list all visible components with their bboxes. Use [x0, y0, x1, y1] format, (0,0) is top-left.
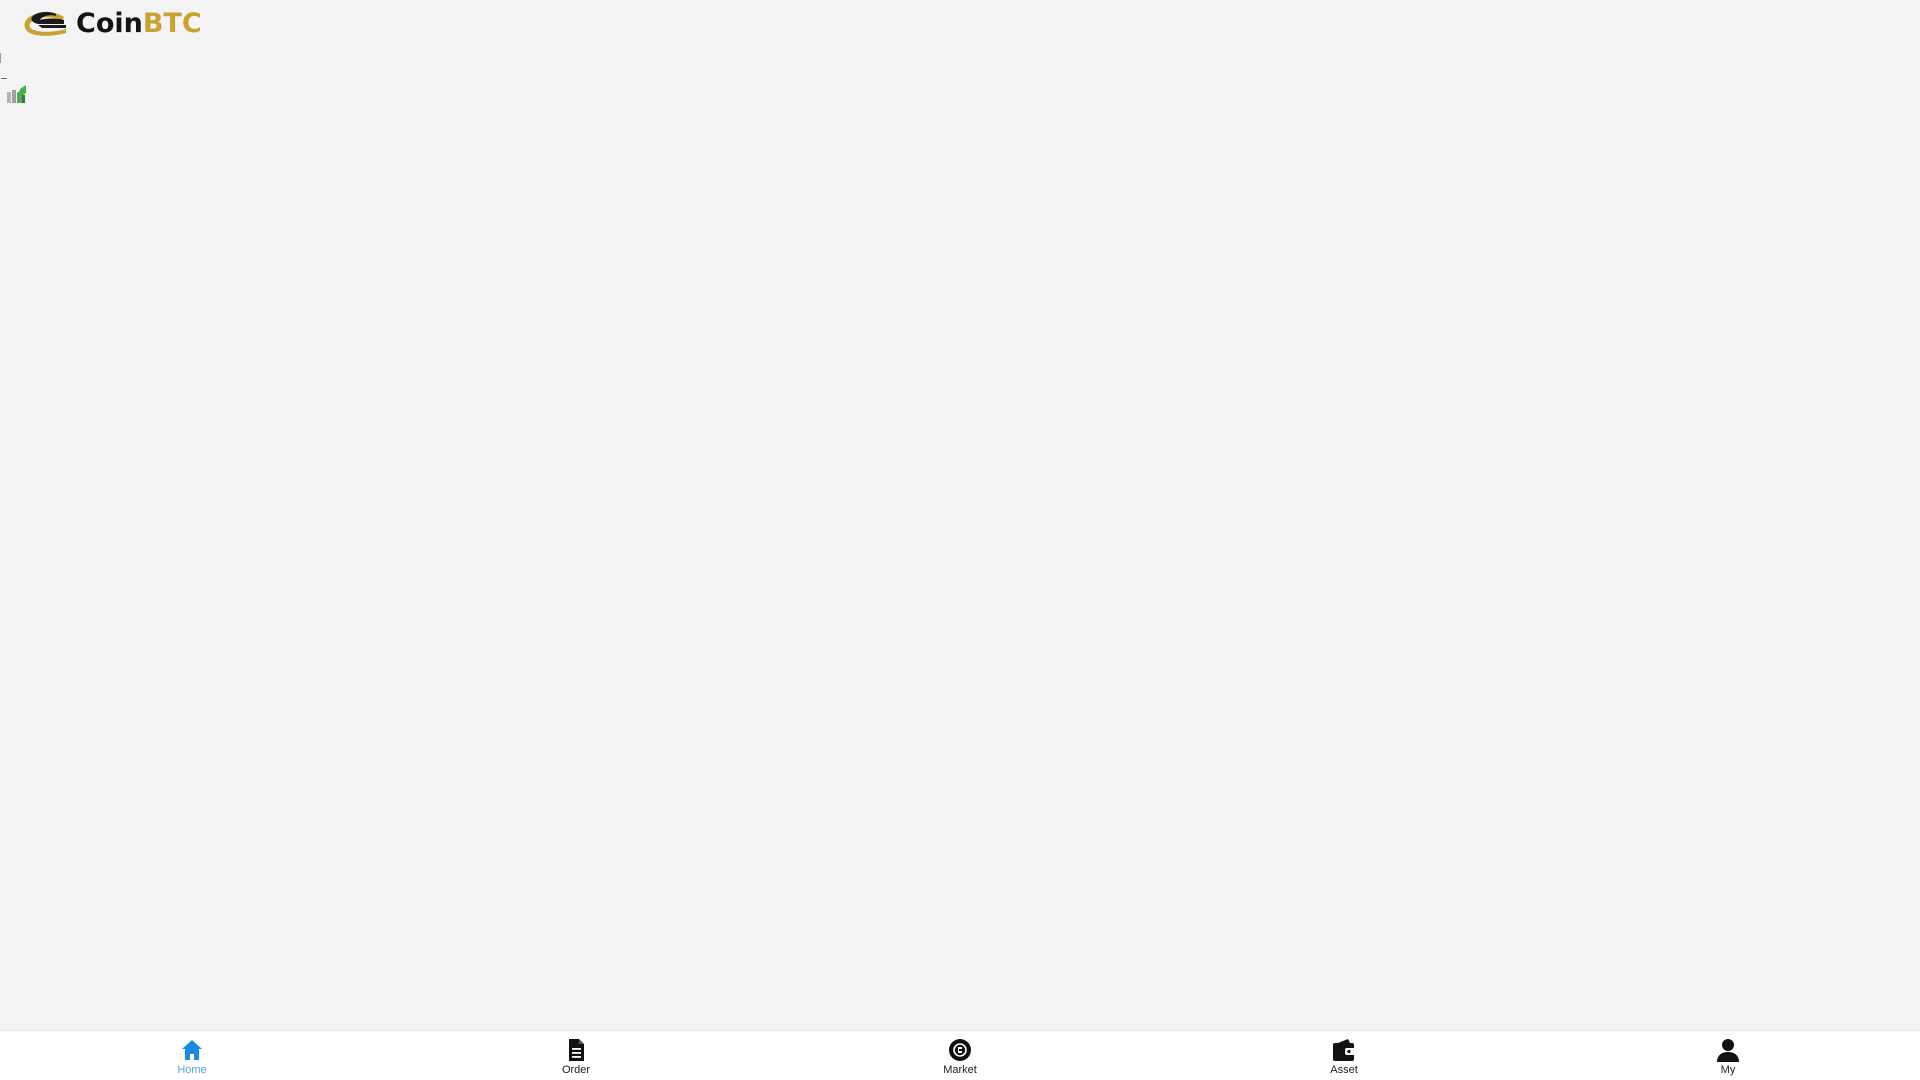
logo-text-btc: BTC [142, 8, 202, 39]
tab-label-order: Order [561, 1064, 591, 1076]
tab-home[interactable]: Home [0, 1031, 384, 1080]
logo-text-coin: Coin [76, 8, 143, 39]
coinbtc-logo-mark-icon [24, 11, 66, 36]
app-page: CoinBTC Home Order Market Asset My [0, 0, 1920, 1080]
home-icon [182, 1040, 202, 1060]
market-icon [949, 1039, 971, 1061]
tab-market[interactable]: Market [768, 1031, 1152, 1080]
left-edge-fragments [0, 50, 10, 80]
bottom-tab-bar: Home Order Market Asset My [0, 1030, 1920, 1080]
tab-label-market: Market [943, 1064, 977, 1076]
document-icon [569, 1039, 584, 1061]
tab-order[interactable]: Order [384, 1031, 768, 1080]
logo-wordmark: CoinBTC [76, 9, 202, 39]
edge-tick [1, 78, 7, 79]
logo[interactable]: CoinBTC [20, 9, 202, 39]
tab-label-home: Home [177, 1064, 207, 1076]
tab-label-asset: Asset [1330, 1064, 1358, 1076]
edge-tick [0, 53, 1, 63]
tab-my[interactable]: My [1536, 1031, 1920, 1080]
header: CoinBTC [0, 0, 1920, 48]
user-icon [1717, 1039, 1739, 1062]
tab-asset[interactable]: Asset [1152, 1031, 1536, 1080]
broken-image-icon [7, 85, 26, 103]
tab-label-my: My [1720, 1064, 1736, 1076]
wallet-icon [1333, 1039, 1355, 1061]
